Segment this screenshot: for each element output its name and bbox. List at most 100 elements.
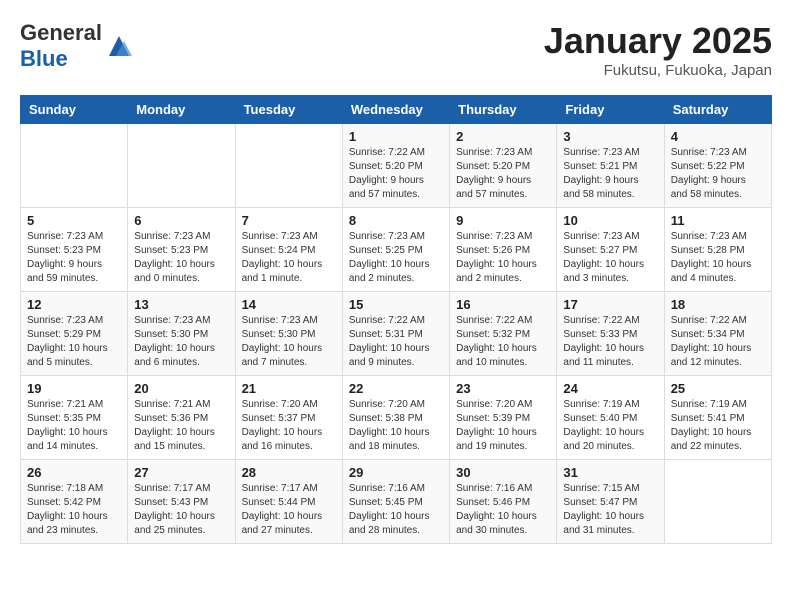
calendar-cell: 25 Sunrise: 7:19 AM Sunset: 5:41 PM Dayli… — [664, 376, 771, 460]
day-info: Sunrise: 7:21 AM Sunset: 5:36 PM Dayligh… — [134, 398, 228, 454]
day-number: 26 — [27, 465, 121, 480]
day-number: 18 — [671, 297, 765, 312]
day-info: Sunrise: 7:22 AM Sunset: 5:33 PM Dayligh… — [563, 314, 657, 370]
day-info: Sunrise: 7:23 AM Sunset: 5:26 PM Dayligh… — [456, 230, 550, 286]
day-number: 19 — [27, 381, 121, 396]
day-number: 4 — [671, 129, 765, 144]
calendar-cell: 9 Sunrise: 7:23 AM Sunset: 5:26 PM Daylig… — [450, 208, 557, 292]
day-number: 10 — [563, 213, 657, 228]
day-number: 29 — [349, 465, 443, 480]
day-info: Sunrise: 7:23 AM Sunset: 5:27 PM Dayligh… — [563, 230, 657, 286]
calendar-cell: 1Sunrise: 7:22 AM Sunset: 5:20 PM Daylig… — [342, 124, 449, 208]
calendar-cell: 10 Sunrise: 7:23 AM Sunset: 5:27 PM Dayli… — [557, 208, 664, 292]
week-row-3: 12 Sunrise: 7:23 AM Sunset: 5:29 PM Dayli… — [21, 292, 772, 376]
calendar-cell: 5 Sunrise: 7:23 AM Sunset: 5:23 PM Daylig… — [21, 208, 128, 292]
day-info: Sunrise: 7:17 AM Sunset: 5:44 PM Dayligh… — [242, 482, 336, 538]
calendar-cell: 17 Sunrise: 7:22 AM Sunset: 5:33 PM Dayli… — [557, 292, 664, 376]
day-info: Sunrise: 7:23 AM Sunset: 5:20 PM Dayligh… — [456, 146, 550, 202]
day-info: Sunrise: 7:19 AM Sunset: 5:41 PM Dayligh… — [671, 398, 765, 454]
weekday-header-monday: Monday — [128, 96, 235, 124]
day-number: 28 — [242, 465, 336, 480]
logo-general: General — [20, 20, 102, 45]
day-number: 22 — [349, 381, 443, 396]
calendar-cell: 30Sunrise: 7:16 AM Sunset: 5:46 PM Dayli… — [450, 460, 557, 544]
day-number: 3 — [563, 129, 657, 144]
day-info: Sunrise: 7:20 AM Sunset: 5:38 PM Dayligh… — [349, 398, 443, 454]
weekday-header-wednesday: Wednesday — [342, 96, 449, 124]
day-number: 15 — [349, 297, 443, 312]
calendar-cell: 13 Sunrise: 7:23 AM Sunset: 5:30 PM Dayli… — [128, 292, 235, 376]
day-info: Sunrise: 7:17 AM Sunset: 5:43 PM Dayligh… — [134, 482, 228, 538]
day-info: Sunrise: 7:22 AM Sunset: 5:34 PM Dayligh… — [671, 314, 765, 370]
calendar-cell: 6 Sunrise: 7:23 AM Sunset: 5:23 PM Daylig… — [128, 208, 235, 292]
day-number: 8 — [349, 213, 443, 228]
day-info: Sunrise: 7:23 AM Sunset: 5:30 PM Dayligh… — [242, 314, 336, 370]
day-number: 31 — [563, 465, 657, 480]
day-number: 6 — [134, 213, 228, 228]
calendar-cell: 27Sunrise: 7:17 AM Sunset: 5:43 PM Dayli… — [128, 460, 235, 544]
calendar-cell: 23 Sunrise: 7:20 AM Sunset: 5:39 PM Dayli… — [450, 376, 557, 460]
calendar-cell: 11Sunrise: 7:23 AM Sunset: 5:28 PM Dayli… — [664, 208, 771, 292]
weekday-header-tuesday: Tuesday — [235, 96, 342, 124]
day-number: 23 — [456, 381, 550, 396]
month-title: January 2025 — [544, 20, 772, 62]
day-number: 9 — [456, 213, 550, 228]
calendar-cell: 7 Sunrise: 7:23 AM Sunset: 5:24 PM Daylig… — [235, 208, 342, 292]
calendar-cell — [235, 124, 342, 208]
day-info: Sunrise: 7:23 AM Sunset: 5:23 PM Dayligh… — [27, 230, 121, 286]
calendar-cell: 21Sunrise: 7:20 AM Sunset: 5:37 PM Dayli… — [235, 376, 342, 460]
weekday-header-thursday: Thursday — [450, 96, 557, 124]
day-number: 7 — [242, 213, 336, 228]
day-number: 2 — [456, 129, 550, 144]
day-info: Sunrise: 7:16 AM Sunset: 5:46 PM Dayligh… — [456, 482, 550, 538]
day-number: 24 — [563, 381, 657, 396]
day-info: Sunrise: 7:20 AM Sunset: 5:39 PM Dayligh… — [456, 398, 550, 454]
logo-text: General Blue — [20, 20, 102, 72]
logo-icon — [104, 31, 134, 61]
day-info: Sunrise: 7:22 AM Sunset: 5:32 PM Dayligh… — [456, 314, 550, 370]
calendar-cell — [21, 124, 128, 208]
calendar-cell: 15 Sunrise: 7:22 AM Sunset: 5:31 PM Dayli… — [342, 292, 449, 376]
day-info: Sunrise: 7:16 AM Sunset: 5:45 PM Dayligh… — [349, 482, 443, 538]
day-info: Sunrise: 7:23 AM Sunset: 5:21 PM Dayligh… — [563, 146, 657, 202]
day-info: Sunrise: 7:23 AM Sunset: 5:23 PM Dayligh… — [134, 230, 228, 286]
day-info: Sunrise: 7:23 AM Sunset: 5:30 PM Dayligh… — [134, 314, 228, 370]
week-row-2: 5 Sunrise: 7:23 AM Sunset: 5:23 PM Daylig… — [21, 208, 772, 292]
day-number: 25 — [671, 381, 765, 396]
calendar-table: SundayMondayTuesdayWednesdayThursdayFrid… — [20, 95, 772, 544]
day-number: 16 — [456, 297, 550, 312]
day-info: Sunrise: 7:23 AM Sunset: 5:25 PM Dayligh… — [349, 230, 443, 286]
weekday-header-friday: Friday — [557, 96, 664, 124]
calendar-cell: 26 Sunrise: 7:18 AM Sunset: 5:42 PM Dayli… — [21, 460, 128, 544]
calendar-cell: 24 Sunrise: 7:19 AM Sunset: 5:40 PM Dayli… — [557, 376, 664, 460]
day-info: Sunrise: 7:15 AM Sunset: 5:47 PM Dayligh… — [563, 482, 657, 538]
day-number: 17 — [563, 297, 657, 312]
location-subtitle: Fukutsu, Fukuoka, Japan — [544, 62, 772, 79]
calendar-cell: 12 Sunrise: 7:23 AM Sunset: 5:29 PM Dayli… — [21, 292, 128, 376]
logo: General Blue — [20, 20, 134, 72]
day-number: 14 — [242, 297, 336, 312]
day-info: Sunrise: 7:23 AM Sunset: 5:24 PM Dayligh… — [242, 230, 336, 286]
calendar-cell: 29 Sunrise: 7:16 AM Sunset: 5:45 PM Dayli… — [342, 460, 449, 544]
day-info: Sunrise: 7:20 AM Sunset: 5:37 PM Dayligh… — [242, 398, 336, 454]
day-number: 12 — [27, 297, 121, 312]
week-row-5: 26 Sunrise: 7:18 AM Sunset: 5:42 PM Dayli… — [21, 460, 772, 544]
day-info: Sunrise: 7:22 AM Sunset: 5:31 PM Dayligh… — [349, 314, 443, 370]
calendar-cell: 4Sunrise: 7:23 AM Sunset: 5:22 PM Daylig… — [664, 124, 771, 208]
calendar-cell: 8 Sunrise: 7:23 AM Sunset: 5:25 PM Daylig… — [342, 208, 449, 292]
day-info: Sunrise: 7:18 AM Sunset: 5:42 PM Dayligh… — [27, 482, 121, 538]
day-number: 13 — [134, 297, 228, 312]
day-info: Sunrise: 7:19 AM Sunset: 5:40 PM Dayligh… — [563, 398, 657, 454]
calendar-cell: 14 Sunrise: 7:23 AM Sunset: 5:30 PM Dayli… — [235, 292, 342, 376]
weekday-header-sunday: Sunday — [21, 96, 128, 124]
day-info: Sunrise: 7:21 AM Sunset: 5:35 PM Dayligh… — [27, 398, 121, 454]
calendar-cell — [664, 460, 771, 544]
page-header: General Blue January 2025 Fukutsu, Fukuo… — [20, 20, 772, 79]
day-number: 20 — [134, 381, 228, 396]
calendar-cell: 20 Sunrise: 7:21 AM Sunset: 5:36 PM Dayli… — [128, 376, 235, 460]
weekday-header-row: SundayMondayTuesdayWednesdayThursdayFrid… — [21, 96, 772, 124]
day-number: 5 — [27, 213, 121, 228]
day-info: Sunrise: 7:22 AM Sunset: 5:20 PM Dayligh… — [349, 146, 443, 202]
calendar-cell: 18 Sunrise: 7:22 AM Sunset: 5:34 PM Dayli… — [664, 292, 771, 376]
day-info: Sunrise: 7:23 AM Sunset: 5:29 PM Dayligh… — [27, 314, 121, 370]
